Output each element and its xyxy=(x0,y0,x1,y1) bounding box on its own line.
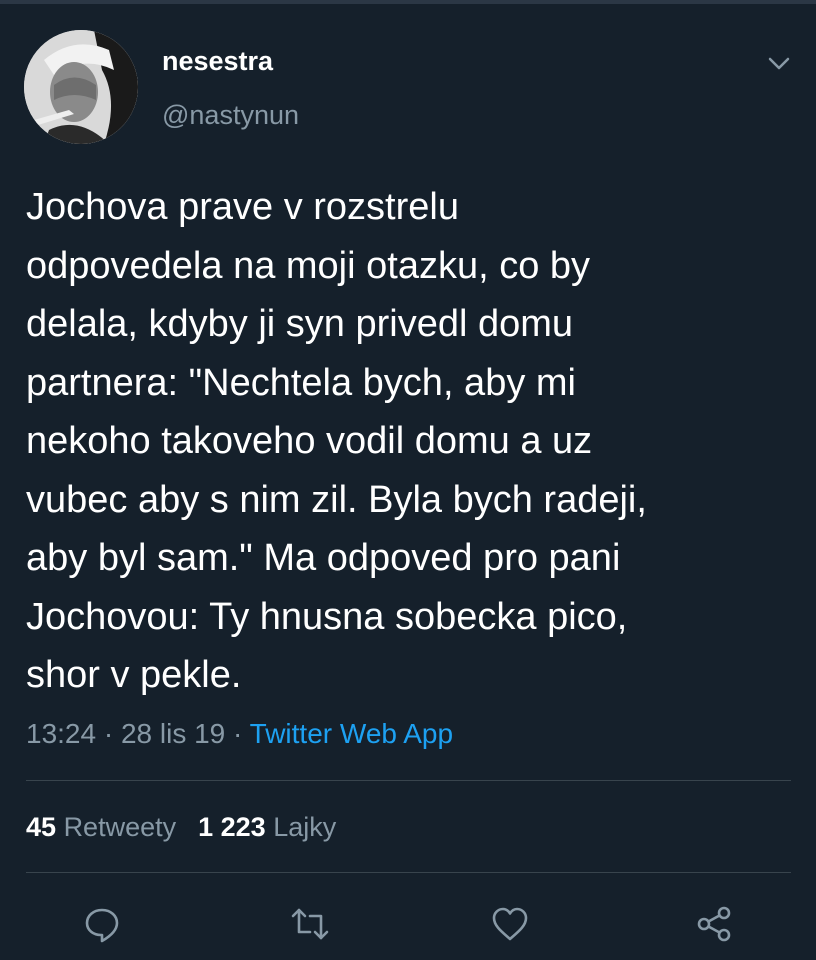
chevron-down-icon[interactable] xyxy=(764,48,794,78)
likes-count: 1 223 xyxy=(198,812,266,842)
likes-stat[interactable]: 1 223 Lajky xyxy=(198,812,336,842)
retweets-stat[interactable]: 45 Retweety xyxy=(26,812,176,842)
tweet-source-link[interactable]: Twitter Web App xyxy=(250,718,453,749)
tweet-detail: nesestra @nastynun Jochova prave v rozst… xyxy=(0,0,816,960)
action-bar xyxy=(0,900,816,950)
divider xyxy=(26,872,791,873)
like-button[interactable] xyxy=(486,900,534,948)
meta-separator: · xyxy=(225,718,250,749)
tweet-time[interactable]: 13:24 xyxy=(26,718,96,749)
user-handle[interactable]: @nastynun xyxy=(162,100,299,131)
tweet-text: Jochova prave v rozstrelu odpovedela na … xyxy=(26,186,647,696)
likes-label: Lajky xyxy=(273,812,337,842)
display-name[interactable]: nesestra xyxy=(162,46,273,77)
retweets-count: 45 xyxy=(26,812,57,842)
tweet-metadata: 13:24 · 28 lis 19 · Twitter Web App xyxy=(26,718,453,750)
retweet-button[interactable] xyxy=(286,900,334,948)
avatar[interactable] xyxy=(24,30,138,144)
retweets-label: Retweety xyxy=(63,812,177,842)
heart-icon xyxy=(492,907,528,941)
retweet-icon xyxy=(291,908,329,940)
avatar-photo xyxy=(24,30,138,144)
share-button[interactable] xyxy=(690,900,738,948)
meta-separator: · xyxy=(96,718,121,749)
reply-icon xyxy=(85,908,119,943)
divider xyxy=(26,780,791,781)
share-icon xyxy=(697,906,731,942)
tweet-date[interactable]: 28 lis 19 xyxy=(121,718,225,749)
reply-button[interactable] xyxy=(78,900,126,948)
engagement-stats: 45 Retweety 1 223 Lajky xyxy=(26,812,336,843)
